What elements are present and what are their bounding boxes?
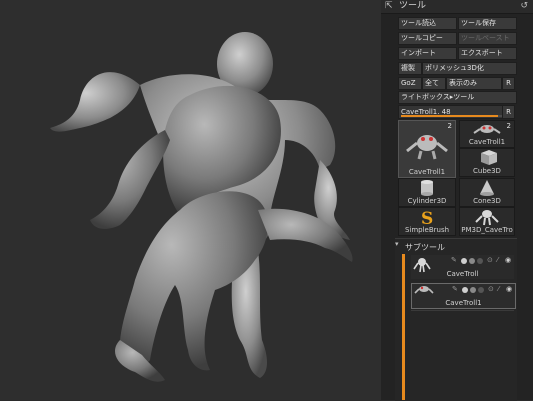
polypaint-icon[interactable] xyxy=(462,287,468,293)
subtool-name: CaveTroll xyxy=(446,270,479,278)
subtool-item[interactable]: ✎ ⊙ ⁄ ◉ CaveTroll xyxy=(411,255,514,279)
goz-button[interactable]: GoZ xyxy=(398,77,422,90)
tool-label: Cylinder3D xyxy=(407,197,447,205)
tool-thumb-cube3d[interactable]: Cube3D xyxy=(459,148,515,177)
tool-thumb-simplebrush[interactable]: S SimpleBrush xyxy=(398,207,456,236)
subtool-item-selected[interactable]: ✎ ⊙ ⁄ ◉ CaveTroll1 xyxy=(411,283,516,309)
edit-icon[interactable]: ⁄ xyxy=(497,256,498,264)
tool-label: SimpleBrush xyxy=(404,226,450,234)
paste-tool-button[interactable]: ツールペースト xyxy=(458,32,517,45)
tool-label: PM3D_CaveTro xyxy=(461,226,513,234)
mask-icon[interactable] xyxy=(478,287,484,293)
pm3d-cavetroll-icon xyxy=(475,210,499,226)
export-button[interactable]: エクスポート xyxy=(458,47,517,60)
load-tool-button[interactable]: ツール読込 xyxy=(398,17,457,30)
3d-model-cave-troll[interactable] xyxy=(0,0,381,400)
tool-slider-fill xyxy=(401,115,499,117)
lock-icon[interactable]: ⊙ xyxy=(487,256,493,264)
tool-thumb-cone3d[interactable]: Cone3D xyxy=(459,178,515,207)
svg-text:S: S xyxy=(421,209,433,226)
tool-panel: ⇱ ツール ↺ ツール読込 ツール保存 ツールコピー ツールペースト インポート… xyxy=(381,0,533,401)
tool-count: 2 xyxy=(506,122,511,130)
tool-label: CaveTroll1 xyxy=(408,168,446,176)
subtool-scrollbar[interactable] xyxy=(402,254,405,400)
subtool-thumb-icon xyxy=(414,286,434,294)
tool-thumb-pm3d-cavetroll[interactable]: PM3D_CaveTro xyxy=(459,207,515,236)
simplebrush-s-icon: S xyxy=(421,209,433,229)
cone-icon xyxy=(480,180,494,196)
eye-icon[interactable]: ◉ xyxy=(505,256,511,264)
make-polymesh3d-button[interactable]: ポリメッシュ3D化 xyxy=(422,62,517,75)
divider xyxy=(411,310,514,311)
copy-tool-button[interactable]: ツールコピー xyxy=(398,32,457,45)
reset-icon[interactable]: ↺ xyxy=(520,0,528,13)
visible-only-button[interactable]: 表示のみ xyxy=(446,77,502,90)
import-button[interactable]: インポート xyxy=(398,47,457,60)
material-icon[interactable] xyxy=(469,258,475,264)
brush-icon[interactable]: ✎ xyxy=(452,285,458,293)
eye-icon[interactable]: ◉ xyxy=(506,285,512,293)
pin-icon[interactable]: ⇱ xyxy=(385,0,393,13)
edit-icon[interactable]: ⁄ xyxy=(498,285,499,293)
save-tool-button[interactable]: ツール保存 xyxy=(458,17,517,30)
brush-icon[interactable]: ✎ xyxy=(451,256,457,264)
tool-slider-track xyxy=(401,115,509,117)
subtool-name: CaveTroll1 xyxy=(445,299,482,307)
clone-button[interactable]: 複製 xyxy=(398,62,422,75)
lock-icon[interactable]: ⊙ xyxy=(488,285,494,293)
subtool-title: サブツール xyxy=(405,243,445,252)
collapse-icon[interactable]: ▾ xyxy=(395,238,399,251)
polypaint-icon[interactable] xyxy=(461,258,467,264)
tool-label: Cone3D xyxy=(473,197,501,205)
r-button-slider[interactable]: R xyxy=(502,105,515,119)
tool-panel-header: ⇱ ツール ↺ xyxy=(381,0,533,14)
material-icon[interactable] xyxy=(470,287,476,293)
all-button[interactable]: 全て xyxy=(422,77,446,90)
cylinder-icon xyxy=(421,180,433,196)
tool-thumb-cavetroll-main[interactable]: 2 CaveTroll1 xyxy=(398,120,456,178)
tool-thumb-cavetroll1[interactable]: 2 CaveTroll1 xyxy=(459,120,515,148)
tool-label: Cube3D xyxy=(473,167,501,175)
r-button[interactable]: R xyxy=(502,77,515,90)
mask-icon[interactable] xyxy=(477,258,483,264)
cube-icon xyxy=(481,150,497,165)
lightbox-tool-button[interactable]: ライトボックス▸ツール xyxy=(398,91,517,104)
tool-label: CaveTroll1 xyxy=(468,138,506,146)
tool-thumb-cylinder3d[interactable]: Cylinder3D xyxy=(398,178,456,207)
canvas-viewport[interactable] xyxy=(0,0,381,400)
tool-slider[interactable]: CaveTroll1. 48 xyxy=(398,105,512,119)
panel-title: ツール xyxy=(399,1,427,11)
tool-count: 2 xyxy=(447,122,452,130)
